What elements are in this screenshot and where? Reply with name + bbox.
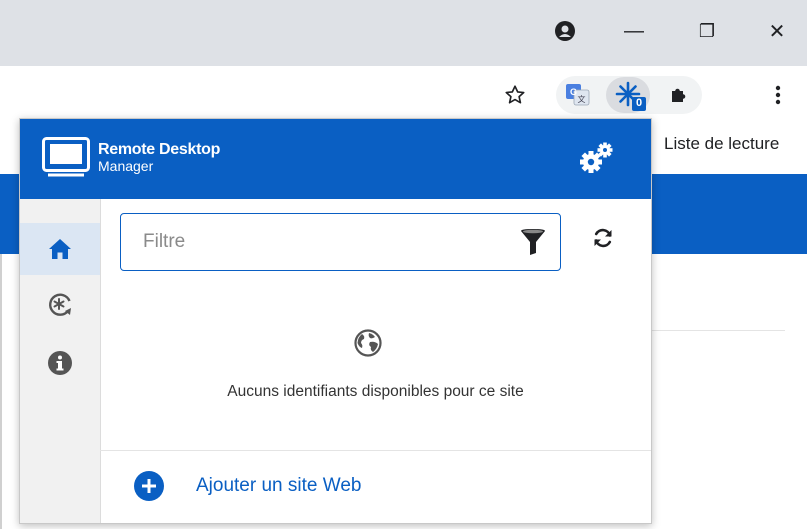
globe-icon <box>354 329 382 362</box>
close-button[interactable]: ✕ <box>760 14 794 48</box>
page-divider <box>650 330 785 331</box>
browser-titlebar: — ❐ ✕ <box>0 0 807 66</box>
add-website-button[interactable]: Ajouter un site Web <box>134 471 361 501</box>
footer-divider <box>100 450 651 451</box>
minimize-button[interactable]: — <box>617 14 651 48</box>
search-input[interactable] <box>141 230 505 254</box>
page-edge <box>0 254 2 529</box>
translate-icon[interactable]: G文 <box>566 84 590 106</box>
add-circle-icon <box>134 471 164 501</box>
chrome-menu-icon[interactable] <box>768 82 788 108</box>
search-field <box>120 213 561 271</box>
reading-list-button[interactable]: Liste de lecture <box>648 134 779 154</box>
empty-state-message: Aucuns identifiants disponibles pour ce … <box>227 383 524 400</box>
restore-button[interactable]: ❐ <box>690 14 724 48</box>
svg-text:文: 文 <box>578 94 586 104</box>
minimize-icon: — <box>624 19 644 42</box>
rdm-logo-icon <box>42 137 90 177</box>
logo-subtitle: Manager <box>98 157 154 174</box>
rdm-extension-popup: Remote Desktop Manager Filtre Aucuns ide… <box>19 118 652 524</box>
extension-badge: 0 <box>635 97 643 109</box>
bookmark-star-icon[interactable] <box>502 82 528 108</box>
logo-title: Remote Desktop <box>98 140 221 158</box>
svg-text:G: G <box>570 87 577 97</box>
refresh-icon[interactable] <box>592 227 614 254</box>
home-icon <box>49 239 71 259</box>
add-website-label: Ajouter un site Web <box>196 475 362 496</box>
popup-header: Remote Desktop Manager <box>20 119 651 199</box>
reading-list-label: Liste de lecture <box>664 134 780 153</box>
profile-icon[interactable] <box>548 14 582 48</box>
extensions-puzzle-icon[interactable] <box>668 84 690 106</box>
rdm-logo: Remote Desktop Manager <box>42 137 220 177</box>
restore-icon: ❐ <box>698 20 716 41</box>
filter-funnel-icon[interactable] <box>520 228 546 261</box>
popup-sidebar <box>20 199 101 523</box>
sidebar-item-home[interactable] <box>20 223 100 275</box>
sidebar-item-info[interactable] <box>20 337 100 389</box>
close-icon: ✕ <box>768 20 786 43</box>
settings-gears-icon[interactable] <box>578 141 614 180</box>
info-icon <box>48 351 72 375</box>
generator-icon <box>49 293 71 316</box>
sidebar-item-generator[interactable] <box>20 279 100 331</box>
